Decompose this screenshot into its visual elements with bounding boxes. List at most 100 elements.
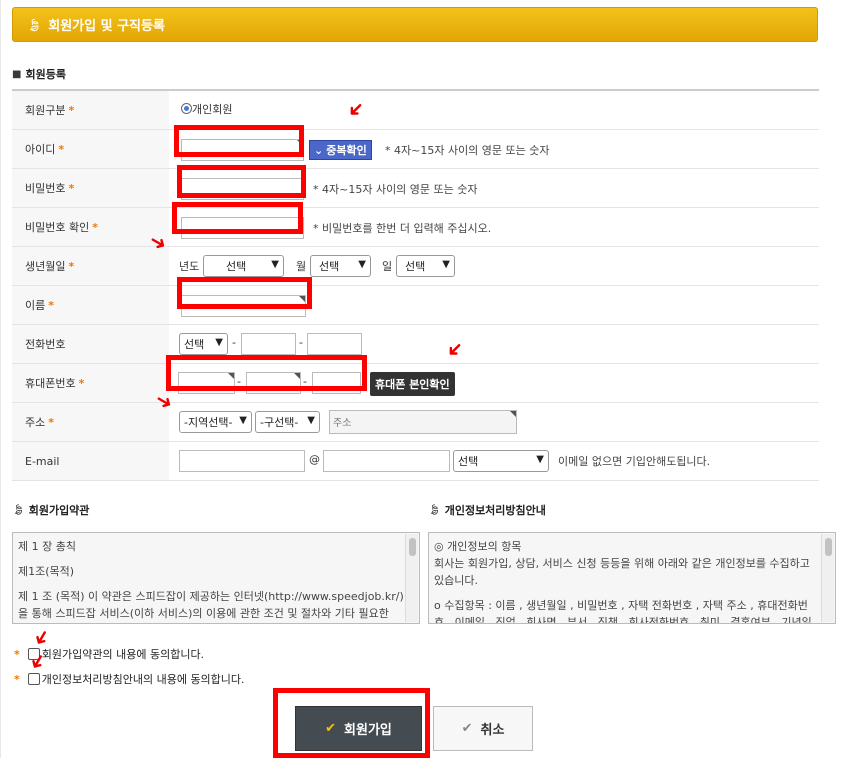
label-member-type: 회원구분 *: [12, 91, 169, 129]
email-id-input[interactable]: [179, 450, 305, 472]
chevron-down-icon: ▼: [271, 259, 279, 270]
value-password-confirm: * 비밀번호를 한번 더 입력해 주십시오.: [169, 208, 819, 246]
phone-verify-button[interactable]: 휴대폰 본인확인: [370, 372, 455, 396]
join-label: 회원가입: [344, 723, 392, 738]
password-confirm-input[interactable]: [181, 217, 304, 239]
leaf-icon: 🍃︎: [27, 17, 43, 32]
duplicate-check-label: 중복확인: [326, 144, 367, 157]
label-phone: 전화번호: [12, 325, 169, 363]
phone-prefix-value: 선택: [184, 338, 205, 351]
phone-last-input[interactable]: [307, 333, 362, 355]
agree-privacy-label: 개인정보처리방침안내의 내용에 동의합니다.: [41, 673, 245, 686]
label-text: 휴대폰번호: [25, 377, 76, 390]
label-password: 비밀번호 *: [12, 169, 169, 207]
label-email: E-mail: [12, 442, 169, 480]
value-mobile: - - 휴대폰 본인확인: [169, 364, 819, 402]
region-select[interactable]: -지역선택- ▼: [179, 411, 252, 433]
value-name: [169, 286, 819, 324]
terms-line: 제 1 장 총칙: [18, 540, 76, 553]
phone-middle-input[interactable]: [241, 333, 296, 355]
password-confirm-hint: * 비밀번호를 한번 더 입력해 주십시오.: [313, 222, 492, 235]
label-text: 아이디: [25, 143, 56, 156]
left-border: [0, 0, 1, 758]
required-mark: *: [48, 415, 55, 429]
day-label: 일: [382, 260, 393, 273]
email-domain-select[interactable]: 선택 ▼: [453, 450, 549, 472]
label-text: 비밀번호 확인: [25, 221, 90, 234]
row-member-type: 회원구분 * 개인회원: [12, 91, 819, 130]
phone-prefix-select[interactable]: 선택 ▼: [179, 333, 228, 355]
required-mark: *: [58, 142, 65, 156]
leaf-icon: 🍃︎: [428, 504, 441, 516]
terms-title-text: 회원가입약관: [28, 504, 90, 517]
agree-privacy-checkbox[interactable]: [27, 673, 40, 685]
page-header: 🍃︎ 회원가입 및 구직등록: [12, 7, 818, 42]
section-title: ■ 회원등록: [12, 66, 66, 82]
required-mark: *: [92, 220, 98, 234]
region-select-value: -지역선택-: [184, 416, 233, 429]
label-password-confirm: 비밀번호 확인 *: [12, 208, 169, 246]
password-input[interactable]: [181, 178, 304, 200]
label-userid: 아이디 *: [12, 130, 169, 168]
required-mark: *: [48, 298, 55, 312]
month-label: 월: [296, 260, 307, 273]
privacy-line: 호 , 이메일 , 직업 , 회사명 , 부서 , 직책 , 회사전화번호 , …: [434, 616, 819, 624]
agree-privacy-row: * 개인정보처리방침안내의 내용에 동의합니다.: [14, 671, 245, 687]
email-domain-input[interactable]: [323, 450, 450, 472]
leaf-icon: 🍃︎: [12, 504, 25, 516]
terms-scrollbar[interactable]: [405, 534, 418, 622]
row-address: 주소 * -지역선택- ▼ -구선택- ▼ 주소: [12, 403, 819, 442]
year-select[interactable]: 선택 ▼: [203, 255, 284, 277]
cancel-button[interactable]: ✔ 취소: [433, 706, 533, 751]
chevron-down-icon: ▼: [358, 259, 366, 270]
privacy-line: ◎ 개인정보의 항목: [434, 540, 522, 553]
dash: -: [232, 336, 236, 349]
value-birth: 년도 선택 ▼ 월 선택 ▼ 일 선택 ▼: [169, 247, 819, 285]
row-phone: 전화번호 선택 ▼ - -: [12, 325, 819, 364]
dash: -: [299, 336, 303, 349]
dash: -: [303, 375, 307, 388]
address-input[interactable]: 주소: [329, 410, 517, 434]
terms-line: 제 1 조 (목적) 이 약관은 스피드잡이 제공하는 인터넷(http://w…: [18, 590, 404, 603]
join-button[interactable]: ✔ 회원가입: [295, 706, 422, 751]
label-text: 주소: [25, 416, 46, 429]
check-icon: ✔: [461, 721, 473, 736]
label-birth: 생년월일 *: [12, 247, 169, 285]
at-sign: @: [309, 453, 320, 466]
privacy-textarea[interactable]: ◎ 개인정보의 항목 회사는 회원가입, 상담, 서비스 신청 등등을 위해 아…: [428, 532, 836, 624]
required-mark: *: [14, 647, 20, 661]
cancel-label: 취소: [480, 723, 505, 738]
agree-terms-label: 회원가입약관의 내용에 동의합니다.: [41, 648, 205, 661]
year-label: 년도: [179, 260, 200, 273]
terms-line: 을 통해 스피드잡 서비스(이하 서비스)의 이용에 관한 조건 및 절차와 기…: [18, 607, 389, 620]
privacy-line: 있습니다.: [434, 574, 478, 587]
mobile-first-input[interactable]: [178, 372, 235, 394]
userid-input[interactable]: [181, 139, 304, 161]
privacy-line: 회사는 회원가입, 상담, 서비스 신청 등등을 위해 아래와 같은 개인정보를…: [434, 557, 810, 570]
label-text: 전화번호: [25, 338, 66, 351]
privacy-scrollbar[interactable]: [821, 534, 834, 622]
day-select[interactable]: 선택 ▼: [396, 255, 455, 277]
month-select-value: 선택: [319, 260, 340, 273]
district-select[interactable]: -구선택- ▼: [255, 411, 320, 433]
page-title: 회원가입 및 구직등록: [48, 19, 165, 34]
required-mark: *: [68, 181, 75, 195]
value-member-type: 개인회원: [169, 91, 819, 129]
row-password: 비밀번호 * * 4자~15자 사이의 영문 또는 숫자: [12, 169, 819, 208]
month-select[interactable]: 선택 ▼: [310, 255, 371, 277]
terms-textarea[interactable]: 제 1 장 총칙 제1조(목적) 제 1 조 (목적) 이 약관은 스피드잡이 …: [12, 532, 420, 624]
radio-personal[interactable]: [181, 103, 192, 114]
duplicate-check-button[interactable]: ⌄ 중복확인: [309, 140, 372, 160]
mobile-middle-input[interactable]: [246, 372, 301, 394]
required-mark: *: [68, 103, 75, 117]
chevron-down-icon: ▼: [215, 337, 223, 348]
privacy-line: o 수집항목 : 이름 , 생년월일 , 비밀번호 , 자택 전화번호 , 자택…: [434, 599, 808, 612]
required-mark: *: [14, 672, 20, 686]
value-phone: 선택 ▼ - -: [169, 325, 819, 363]
check-icon: ✔: [325, 721, 337, 736]
district-select-value: -구선택-: [260, 416, 299, 429]
name-input[interactable]: [181, 295, 306, 317]
value-address: -지역선택- ▼ -구선택- ▼ 주소: [169, 403, 819, 441]
label-mobile: 휴대폰번호 *: [12, 364, 169, 402]
mobile-last-input[interactable]: [312, 372, 361, 394]
